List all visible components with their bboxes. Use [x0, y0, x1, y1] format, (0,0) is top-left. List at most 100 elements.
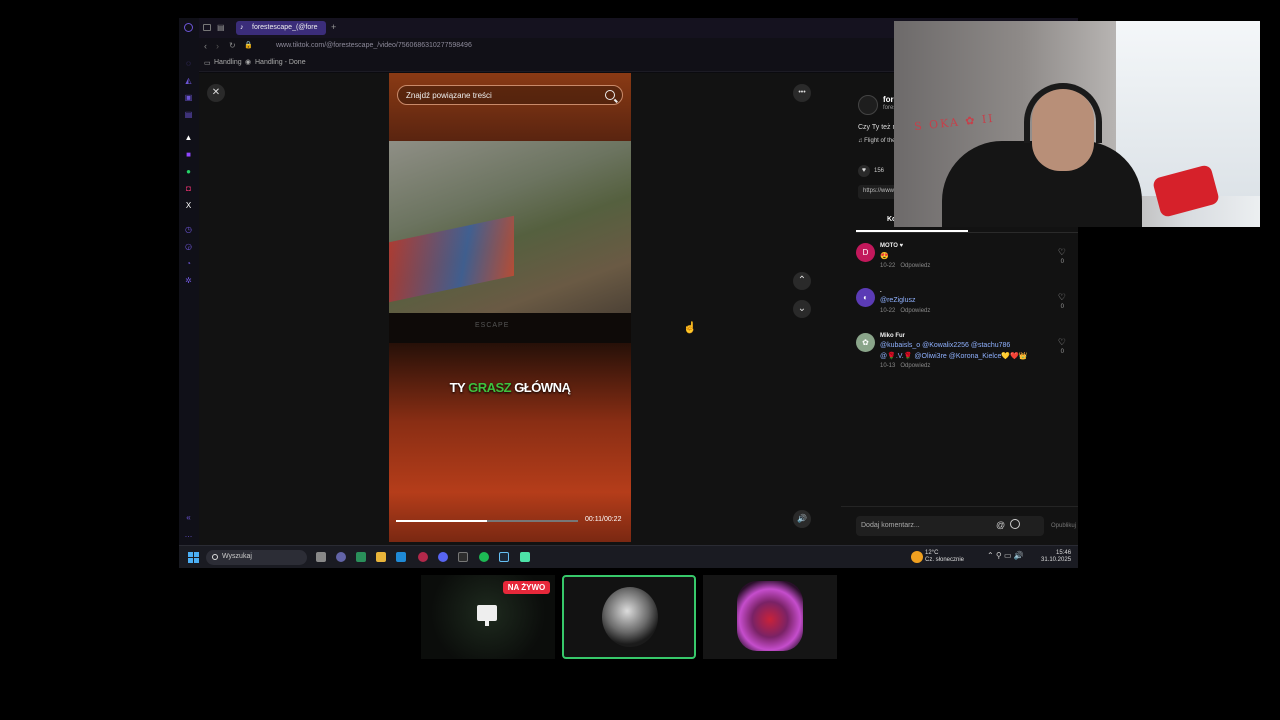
volume-button[interactable]: 🔊	[793, 510, 811, 528]
related-search-input[interactable]: Znajdź powiązane treści	[397, 85, 623, 105]
comment-like-icon[interactable]: ♡	[1058, 292, 1066, 303]
next-video-button[interactable]: ⌄	[793, 300, 811, 318]
previous-video-button[interactable]: ⌃	[793, 272, 811, 290]
comment-avatar[interactable]: ✿	[856, 333, 875, 352]
stream-thumbnail-art[interactable]	[703, 575, 837, 659]
instagram-icon[interactable]: ◘	[184, 184, 193, 193]
comment-username[interactable]: Miko Fur	[880, 333, 905, 339]
comment-like-icon[interactable]: ♡	[1058, 337, 1066, 348]
clock-icon[interactable]: ◷	[184, 225, 193, 234]
video-watermark: ESCAPE	[475, 322, 510, 329]
video-strip: ESCAPE	[389, 313, 631, 343]
opera-icon[interactable]	[418, 552, 428, 562]
comment-like-count: 0	[1060, 349, 1064, 355]
spotify-icon[interactable]	[479, 552, 489, 562]
more-icon[interactable]: …	[184, 530, 193, 539]
video-red-room	[389, 343, 631, 542]
terminal-icon[interactable]	[458, 552, 468, 562]
reload-icon[interactable]: ↻	[229, 41, 236, 50]
store-icon[interactable]	[356, 552, 366, 562]
collapse-icon[interactable]: «	[184, 513, 193, 522]
outlook-icon[interactable]	[396, 552, 406, 562]
forward-icon[interactable]: ›	[216, 41, 219, 51]
taskbar-search[interactable]: Wyszukaj	[206, 550, 307, 565]
task-view-icon[interactable]	[316, 552, 326, 562]
comment-like-icon[interactable]: ♡	[1058, 247, 1066, 258]
video-progress-bar[interactable]	[396, 520, 578, 522]
history2-icon[interactable]: ◶	[184, 242, 193, 251]
comment-date: 10-13	[880, 363, 896, 369]
heart-icon[interactable]: ♥	[858, 165, 870, 177]
comment-meta: 10-13 Odpowiedz	[880, 363, 930, 369]
art-avatar	[737, 581, 803, 651]
whatsapp-icon[interactable]: ●	[184, 167, 193, 176]
tab-tiktok[interactable]: ♪ forestescape_(@fore	[236, 21, 326, 35]
x-icon[interactable]: X	[184, 201, 193, 210]
tab-title: forestescape_(@fore	[252, 24, 318, 31]
publish-button[interactable]: Opublikuj	[1051, 523, 1076, 529]
bookmarks-icon[interactable]: ▤	[184, 110, 193, 119]
windows-start-icon[interactable]	[188, 552, 199, 563]
more-options-button[interactable]: •••	[793, 84, 811, 102]
comment-text: 😍	[880, 253, 889, 260]
webcam-overlay: S OKA ✿ II	[894, 21, 1260, 227]
weather-desc: Cz. słonecznie	[925, 557, 965, 563]
comment-username[interactable]: MOTO ♥	[880, 243, 903, 249]
clock-date: 31.10.2025	[1041, 557, 1072, 563]
history-icon[interactable]: ◌	[184, 59, 193, 68]
back-icon[interactable]: ‹	[204, 41, 207, 51]
comment-avatar[interactable]: D	[856, 243, 875, 262]
teams-icon[interactable]	[336, 552, 346, 562]
settings-icon[interactable]: ✲	[184, 276, 193, 285]
stream-thumbnail-screen[interactable]: NA ŻYWO	[421, 575, 555, 659]
overturned-container	[389, 215, 514, 303]
bookmark-handling-done[interactable]: Handling - Done	[255, 59, 306, 66]
aria-icon[interactable]: ◭	[184, 76, 193, 85]
video-top-area	[389, 73, 631, 141]
discord-icon[interactable]	[438, 552, 448, 562]
lock-icon: 🔒	[244, 42, 253, 49]
video-progress-fill	[396, 520, 487, 522]
creator-avatar[interactable]	[858, 95, 878, 115]
search-icon[interactable]	[605, 90, 615, 100]
live-badge: NA ŻYWO	[503, 581, 550, 594]
opera-logo-icon[interactable]	[184, 23, 193, 32]
pin-icon[interactable]: ◔	[184, 259, 193, 268]
video-player[interactable]: ESCAPE TY GRASZ GŁÓWNĄ Znajdź powiązane …	[389, 73, 631, 542]
comment-meta: 10-22 Odpowiedz	[880, 308, 930, 314]
wallet-icon[interactable]: ▣	[184, 93, 193, 102]
comment-bar: Dodaj komentarz... @ Opublikuj	[841, 506, 1078, 545]
comment-like-count: 0	[1060, 304, 1064, 310]
tiktok-icon: ♪	[240, 24, 244, 31]
tab-list-icon[interactable]: ▤	[217, 23, 225, 32]
reply-button[interactable]: Odpowiedz	[900, 263, 930, 269]
comment-text: @reZiglusz	[880, 297, 916, 304]
weather-widget[interactable]: 12°C Cz. słonecznie	[925, 550, 964, 564]
browser-sidebar: ◌ ◭ ▣ ▤ ▲ ■ ● ◘ X ◷ ◶ ◔ ✲ « …	[179, 18, 199, 545]
explorer-icon[interactable]	[376, 552, 386, 562]
twitch-icon[interactable]: ■	[184, 150, 193, 159]
aria-ai-icon[interactable]: ▲	[184, 133, 193, 142]
mention-icon[interactable]: @	[996, 520, 1005, 530]
comment-text: @kubaisls_o @Kowalix2256 @stachu786	[880, 342, 1011, 349]
emoji-icon[interactable]	[1010, 519, 1020, 529]
comment-like-count: 0	[1060, 259, 1064, 265]
comment-username[interactable]: .	[880, 288, 882, 294]
app-icon[interactable]	[520, 552, 530, 562]
stream-thumbnail-avatar[interactable]	[562, 575, 696, 659]
workspace-icon[interactable]	[203, 24, 211, 31]
steam-icon[interactable]	[499, 552, 509, 562]
bookmark-handling[interactable]: Handling	[214, 59, 242, 66]
taskbar-clock[interactable]: 15:46 31.10.2025	[1041, 550, 1071, 564]
reply-button[interactable]: Odpowiedz	[900, 308, 930, 314]
reply-button[interactable]: Odpowiedz	[900, 363, 930, 369]
related-search-placeholder: Znajdź powiązane treści	[406, 91, 492, 100]
monitor-icon	[477, 605, 497, 626]
comment-avatar[interactable]: ◐	[856, 288, 875, 307]
new-tab-button[interactable]: +	[331, 22, 336, 32]
close-button[interactable]: ✕	[207, 84, 225, 102]
tray-icons[interactable]: ⌃ ⚲ ▭ 🔊	[987, 551, 1024, 560]
comment-date: 10-22	[880, 263, 896, 269]
clock-time: 15:46	[1056, 550, 1072, 556]
url-field[interactable]: www.tiktok.com/@forestescape_/video/7560…	[276, 42, 472, 49]
